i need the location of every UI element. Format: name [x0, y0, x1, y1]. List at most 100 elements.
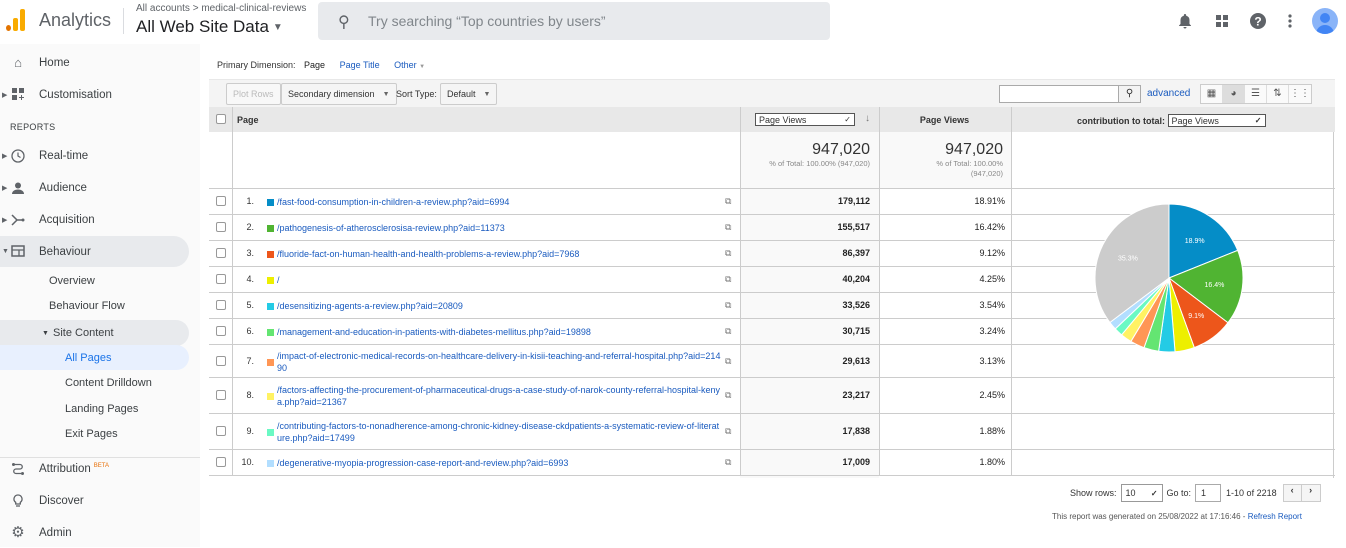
- table-row: 9. /contributing-factors-to-nonadherence-…: [209, 414, 1335, 450]
- page-link[interactable]: /management-and-education-in-patients-wi…: [277, 326, 722, 338]
- open-external-icon[interactable]: ⧉: [725, 196, 731, 207]
- contribution-header: contribution to total: Page Views ✓: [1077, 114, 1266, 127]
- sort-type-dropdown[interactable]: Default ▼: [440, 83, 498, 105]
- dimension-other[interactable]: Other ▼: [394, 60, 425, 70]
- expand-arrow-icon: ▶: [2, 91, 8, 99]
- sidebar: ⌂ Home ▶ Customisation REPORTS ▶ Real-ti…: [0, 44, 200, 547]
- sidebar-item-content-drilldown[interactable]: Content Drilldown: [65, 377, 152, 389]
- open-external-icon[interactable]: ⧉: [725, 248, 731, 259]
- report-panel: Primary Dimension: Page Page Title Other…: [209, 50, 1335, 547]
- property-name: All Web Site Data: [136, 17, 269, 36]
- open-external-icon[interactable]: ⧉: [725, 390, 731, 401]
- table-filter-input[interactable]: ⚲: [999, 85, 1141, 103]
- row-index: 10.: [241, 457, 254, 467]
- goto-page-input[interactable]: 1: [1195, 484, 1222, 502]
- sidebar-item-customisation[interactable]: ▶ Customisation: [0, 79, 189, 110]
- sidebar-item-landing-pages[interactable]: Landing Pages: [65, 403, 138, 415]
- secondary-dimension-dropdown[interactable]: Secondary dimension ▼: [281, 83, 397, 105]
- prev-page-button[interactable]: ‹: [1284, 485, 1302, 501]
- show-rows-select[interactable]: 10 ✓: [1120, 484, 1163, 502]
- sidebar-item-attribution[interactable]: Attribution BETA: [0, 453, 189, 484]
- page-link[interactable]: /desensitizing-agents-a-review.php?aid=2…: [277, 300, 722, 312]
- page-link[interactable]: /degenerative-myopia-progression-case-re…: [277, 457, 722, 469]
- sidebar-item-acquisition[interactable]: ▶ Acquisition: [0, 204, 189, 235]
- row-index: 5.: [246, 300, 254, 310]
- sidebar-item-site-content[interactable]: ▼ Site Content: [0, 320, 189, 346]
- pie-data-label: 35.3%: [1118, 256, 1138, 263]
- advanced-filter-link[interactable]: advanced: [1147, 88, 1190, 99]
- series-color-swatch: [267, 225, 274, 232]
- page-views-value: 29,613: [842, 355, 870, 366]
- column-header-page[interactable]: Page: [237, 115, 259, 125]
- next-page-button[interactable]: ›: [1302, 485, 1320, 501]
- pivot-view-icon[interactable]: ⋮⋮: [1289, 85, 1311, 103]
- property-selector[interactable]: All Web Site Data ▼: [136, 17, 283, 37]
- open-external-icon[interactable]: ⧉: [725, 426, 731, 437]
- page-link[interactable]: /: [277, 274, 722, 286]
- page-link[interactable]: /impact-of-electronic-medical-records-on…: [277, 350, 722, 374]
- sidebar-item-overview[interactable]: Overview: [49, 275, 95, 287]
- page-link[interactable]: /fluoride-fact-on-human-health-and-healt…: [277, 248, 722, 260]
- search-icon: ⚲: [338, 14, 350, 31]
- sort-desc-arrow-icon[interactable]: ↓: [865, 113, 870, 124]
- notifications-bell-icon[interactable]: [1175, 11, 1195, 31]
- total-page-views-2: 947,020: [945, 141, 1003, 158]
- page-views-percent: 3.54%: [979, 300, 1005, 310]
- performance-view-icon[interactable]: ☰: [1245, 85, 1267, 103]
- page-views-value: 23,217: [842, 390, 870, 400]
- sidebar-item-realtime[interactable]: ▶ Real-time: [0, 140, 189, 171]
- row-index: 7.: [246, 355, 254, 366]
- metric-select[interactable]: Page Views ✓: [755, 113, 855, 126]
- column-header-page-views[interactable]: Page Views: [879, 115, 1010, 125]
- dropdown-arrow-icon: ▼: [483, 90, 491, 98]
- comparison-view-icon[interactable]: ⇅: [1267, 85, 1289, 103]
- open-external-icon[interactable]: ⧉: [725, 326, 731, 337]
- reports-section-heading: REPORTS: [10, 122, 56, 132]
- page-views-percent: 16.42%: [974, 222, 1005, 232]
- sidebar-item-audience[interactable]: ▶ Audience: [0, 172, 189, 203]
- page-link[interactable]: /fast-food-consumption-in-children-a-rev…: [277, 196, 722, 208]
- table-row: 8. /factors-affecting-the-procurement-of-…: [209, 378, 1335, 414]
- analytics-logo-icon[interactable]: [6, 9, 26, 31]
- open-external-icon[interactable]: ⧉: [725, 222, 731, 233]
- more-vert-icon[interactable]: [1280, 11, 1300, 31]
- help-icon[interactable]: ?: [1248, 11, 1268, 31]
- sidebar-item-discover[interactable]: Discover: [0, 485, 189, 516]
- page-link[interactable]: /contributing-factors-to-nonadherence-am…: [277, 420, 722, 444]
- sidebar-item-exit-pages[interactable]: Exit Pages: [65, 428, 118, 440]
- table-view-icon[interactable]: ▦: [1201, 85, 1223, 103]
- breadcrumb[interactable]: All accounts > medical-clinical-reviews: [136, 3, 306, 14]
- apps-grid-icon[interactable]: [1212, 11, 1232, 31]
- collapse-arrow-icon: ▼: [2, 248, 9, 255]
- row-index: 1.: [246, 196, 254, 206]
- refresh-report-link[interactable]: Refresh Report: [1248, 512, 1302, 521]
- select-all-checkbox[interactable]: [216, 114, 226, 124]
- sidebar-item-admin[interactable]: ⚙ Admin: [0, 517, 189, 548]
- search-icon[interactable]: ⚲: [1118, 86, 1140, 102]
- series-color-swatch: [267, 329, 274, 336]
- table-toolbar: Plot Rows Secondary dimension ▼ Sort Type…: [209, 79, 1335, 107]
- series-color-swatch: [267, 429, 274, 436]
- dashboard-plus-icon: [11, 87, 25, 102]
- user-avatar[interactable]: [1312, 8, 1338, 34]
- search-input[interactable]: [368, 10, 808, 32]
- sidebar-item-behaviour-flow[interactable]: Behaviour Flow: [49, 300, 125, 312]
- pie-view-icon[interactable]: ◕: [1223, 85, 1245, 103]
- open-external-icon[interactable]: ⧉: [725, 457, 731, 468]
- search-box[interactable]: ⚲: [318, 2, 830, 40]
- open-external-icon[interactable]: ⧉: [725, 300, 731, 311]
- page-link[interactable]: /factors-affecting-the-procurement-of-ph…: [277, 384, 722, 408]
- open-external-icon[interactable]: ⧉: [725, 356, 731, 367]
- page-link[interactable]: /pathogenesis-of-atherosclerosisa-review…: [277, 222, 722, 234]
- open-external-icon[interactable]: ⧉: [725, 274, 731, 285]
- clock-icon: [11, 148, 25, 163]
- sidebar-item-home[interactable]: ⌂ Home: [0, 47, 189, 78]
- sidebar-item-behaviour[interactable]: ▼ Behaviour: [0, 236, 189, 267]
- view-switcher: ▦ ◕ ☰ ⇅ ⋮⋮: [1200, 84, 1312, 104]
- sidebar-item-all-pages[interactable]: All Pages: [0, 345, 189, 370]
- plot-rows-button[interactable]: Plot Rows: [226, 83, 281, 105]
- contribution-select[interactable]: Page Views ✓: [1167, 114, 1266, 127]
- dimension-page[interactable]: Page: [304, 60, 325, 70]
- dimension-page-title[interactable]: Page Title: [340, 60, 380, 70]
- page-views-value: 86,397: [842, 248, 870, 258]
